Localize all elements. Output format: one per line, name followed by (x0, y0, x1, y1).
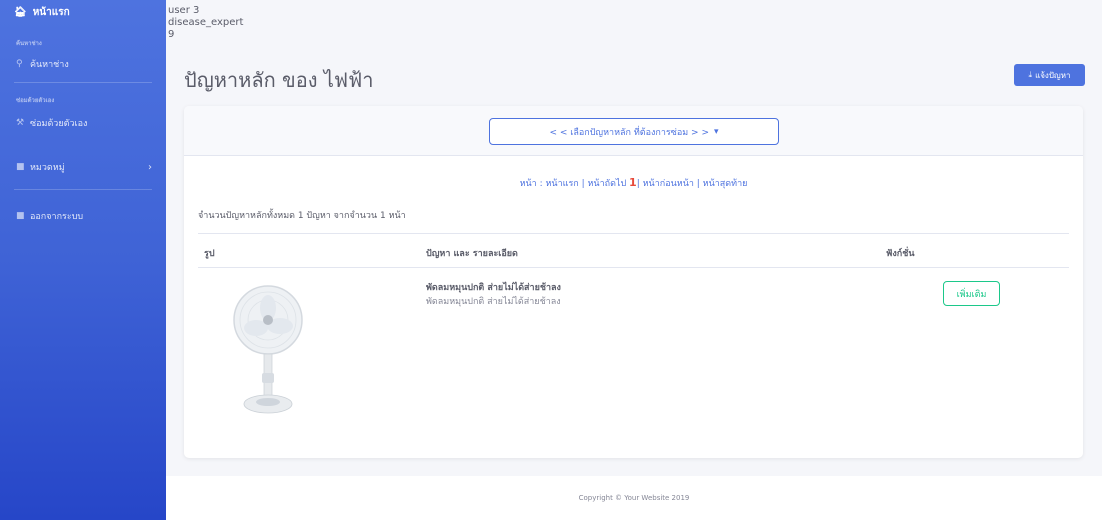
more-button[interactable]: เพิ่มเติม (943, 281, 1000, 306)
sidebar-item-label: ซ่อมด้วยตัวเอง (30, 119, 88, 129)
main-problem-select[interactable]: < < เลือกปัญหาหลัก ที่ต้องการซ่อม > > ▾ (489, 118, 779, 145)
table-header: รูป ปัญหา และ รายละเอียด ฟังก์ชั่น (198, 233, 1069, 268)
report-problem-button[interactable]: ⤓ แจ้งปัญหา (1014, 64, 1085, 86)
footer: Copyright © Your Website 2019 (166, 476, 1102, 520)
pagination-prev-link[interactable]: หน้าก่อนหน้า (643, 179, 694, 189)
pagination-last-link[interactable]: หน้าสุดท้าย (703, 179, 748, 189)
pagination: หน้า : หน้าแรก | หน้าถัดไป 1| หน้าก่อนหน… (519, 176, 748, 189)
chevron-right-icon: › (148, 161, 152, 173)
problem-description: พัดลมหมุนปกติ ส่ายไม่ได้ส่ายช้าลง (426, 297, 561, 307)
problem-title: พัดลมหมุนปกติ ส่ายไม่ได้ส่ายช้าลง (426, 283, 561, 293)
wrench-icon: ⚒ (16, 118, 25, 128)
sidebar-section-self-repair: ซ่อมด้วยตัวเอง (16, 97, 55, 104)
sidebar-divider (14, 189, 152, 190)
caret-down-icon: ▾ (714, 126, 719, 137)
main-problem-select-label: < < เลือกปัญหาหลัก ที่ต้องการซ่อม > > (549, 127, 709, 138)
pagination-next-link[interactable]: หน้าถัดไป (588, 179, 627, 189)
footer-copyright: Copyright © Your Website 2019 (578, 494, 690, 502)
search-icon: ⚲ (16, 59, 23, 69)
sidebar-item-label: ค้นหาช่าง (30, 60, 69, 70)
pagination-first-link[interactable]: หน้าแรก (546, 179, 579, 189)
column-header-function: ฟังก์ชั่น (886, 249, 915, 259)
user-name: user 3 (168, 5, 200, 16)
report-problem-label: แจ้งปัญหา (1035, 70, 1071, 80)
fan-image (228, 278, 308, 418)
card-header: < < เลือกปัญหาหลัก ที่ต้องการซ่อม > > ▾ (184, 106, 1083, 156)
page-title: ปัญหาหลัก ของ ไฟฟ้า (184, 68, 374, 92)
sidebar-item-logout[interactable]: ■ ออกจากระบบ (0, 206, 166, 226)
folder-icon: ■ (16, 211, 25, 221)
pagination-prefix: หน้า : (519, 179, 543, 189)
pagination-current-page: 1 (629, 176, 637, 189)
problems-card: < < เลือกปัญหาหลัก ที่ต้องการซ่อม > > ▾ … (184, 106, 1083, 458)
user-id: 9 (168, 29, 175, 40)
home-icon: 🏠︎ (14, 6, 27, 18)
sidebar-divider (14, 82, 152, 83)
download-icon: ⤓ (1028, 70, 1033, 79)
main-content: user 3 disease_expert 9 ปัญหาหลัก ของ ไฟ… (166, 0, 1102, 520)
problem-count-summary: จำนวนปัญหาหลักทั้งหมด 1 ปัญหา จากจำนวน 1… (198, 211, 406, 221)
sidebar-brand-label: หน้าแรก (32, 6, 70, 18)
sidebar-brand[interactable]: 🏠︎ หน้าแรก (0, 0, 166, 24)
sidebar-item-self-repair[interactable]: ⚒ ซ่อมด้วยตัวเอง (0, 113, 166, 133)
sidebar-section-search: ค้นหาช่าง (16, 40, 42, 47)
user-role: disease_expert (168, 17, 244, 28)
user-info: user 3 disease_expert 9 (168, 5, 243, 41)
sidebar-item-search[interactable]: ⚲ ค้นหาช่าง (0, 54, 166, 74)
sidebar-item-label: หมวดหมู่ (30, 163, 65, 173)
column-header-problem: ปัญหา และ รายละเอียด (426, 249, 518, 259)
folder-icon: ■ (16, 162, 25, 172)
sidebar: 🏠︎ หน้าแรก ค้นหาช่าง ⚲ ค้นหาช่าง ซ่อมด้ว… (0, 0, 166, 520)
table-row: พัดลมหมุนปกติ ส่ายไม่ได้ส่ายช้าลง พัดลมห… (198, 268, 1069, 448)
sidebar-item-label: ออกจากระบบ (30, 212, 84, 222)
column-header-image: รูป (204, 249, 215, 259)
sidebar-item-category[interactable]: ■ หมวดหมู่ › (0, 157, 166, 177)
